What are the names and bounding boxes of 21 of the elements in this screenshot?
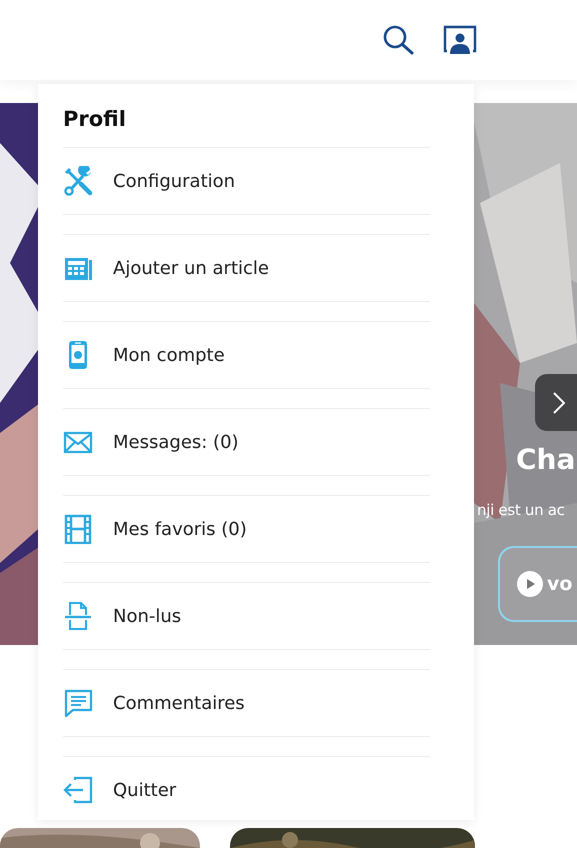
menu-item[interactable]: Messages: (0) — [63, 427, 239, 458]
document-icon — [63, 601, 93, 632]
slide-description: nji est un ac — [477, 501, 565, 519]
menu-item[interactable]: Non-lus — [63, 601, 182, 632]
tools-icon — [63, 166, 93, 196]
search-icon[interactable] — [383, 25, 415, 55]
menu-item[interactable]: Commentaires — [63, 688, 245, 718]
film-icon — [63, 514, 93, 544]
next-button[interactable] — [535, 374, 577, 431]
menu-title: Profil — [63, 108, 127, 132]
profile-icon[interactable] — [443, 25, 477, 55]
slide-title: Chai — [516, 443, 577, 476]
comment-icon — [63, 688, 93, 718]
menu-item[interactable]: Mon compte — [63, 340, 225, 370]
menu-item[interactable]: Ajouter un article — [63, 253, 269, 284]
menu-item[interactable]: Mes favoris (0) — [63, 514, 247, 544]
chevron-right-icon — [553, 392, 565, 414]
play-icon — [517, 571, 543, 597]
menu-item[interactable]: Configuration — [63, 166, 236, 196]
exit-icon — [63, 775, 93, 806]
menu-item[interactable]: Quitter — [63, 775, 176, 806]
